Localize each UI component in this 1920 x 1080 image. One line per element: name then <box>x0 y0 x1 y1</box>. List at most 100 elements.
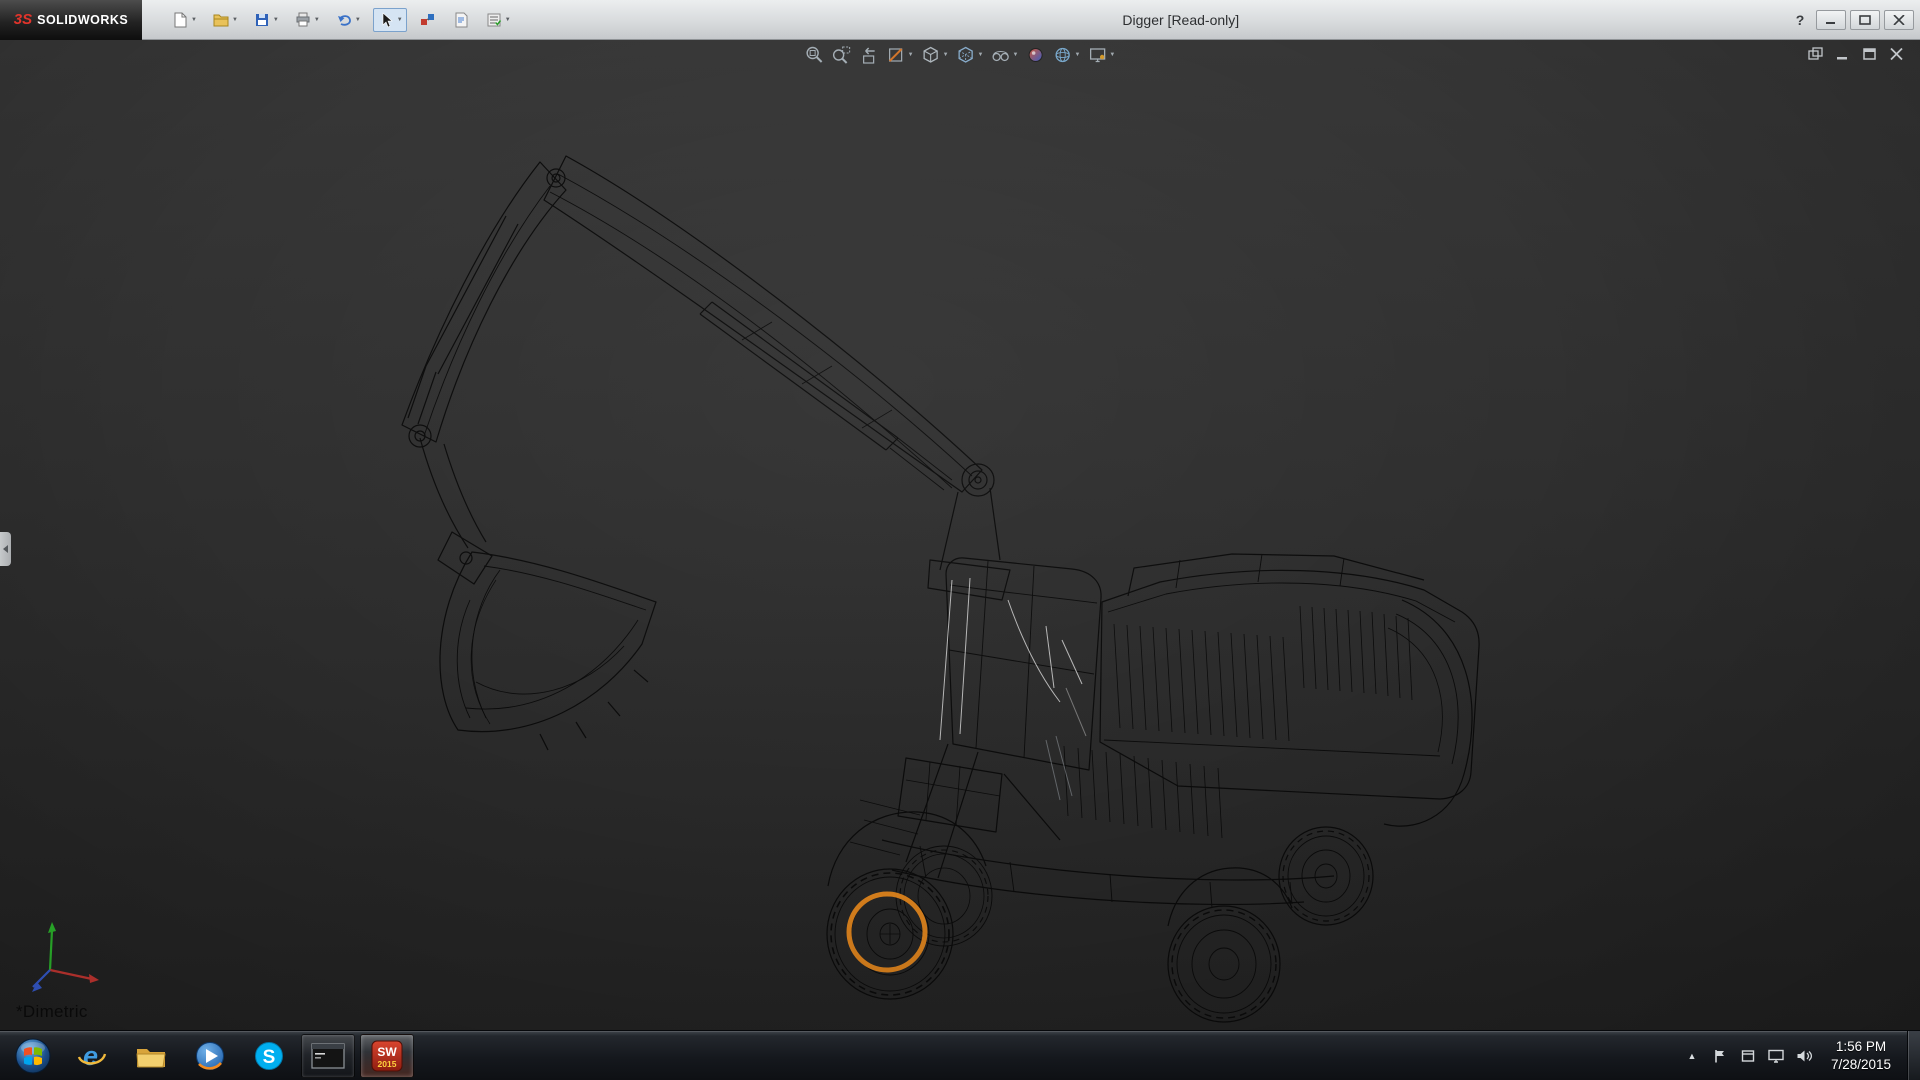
clock-date: 7/28/2015 <box>1831 1056 1891 1074</box>
tray-window-button[interactable] <box>1739 1047 1757 1065</box>
apply-scene-button[interactable]: ▼ <box>1052 45 1080 65</box>
show-desktop-button[interactable] <box>1907 1031 1920 1080</box>
view-settings-button[interactable]: ▼ <box>1087 45 1115 65</box>
media-player-icon <box>194 1040 226 1072</box>
display-icon <box>1767 1048 1785 1064</box>
svg-text:2015: 2015 <box>378 1059 397 1069</box>
close-button[interactable] <box>1884 10 1914 30</box>
solidworks-2015-icon: SW 2015 <box>370 1039 404 1073</box>
previous-view-icon <box>859 45 879 65</box>
dropdown-arrow-icon[interactable]: ▼ <box>943 52 949 58</box>
flag-icon <box>1712 1048 1728 1064</box>
taskbar-skype[interactable]: S <box>242 1034 296 1078</box>
display-style-button[interactable]: ▼ <box>956 45 984 65</box>
solidworks-logo: 3S SOLIDWORKS <box>0 0 142 40</box>
view-settings-icon <box>1087 45 1107 65</box>
excavator-wireframe-model[interactable] <box>0 40 1920 1030</box>
minimize-icon <box>1825 15 1837 25</box>
svg-text:S: S <box>263 1047 276 1068</box>
taskbar-internet-explorer[interactable]: e <box>65 1034 119 1078</box>
taskbar-items: e <box>6 1031 414 1080</box>
command-prompt-window-icon <box>311 1043 345 1069</box>
taskbar-clock[interactable]: 1:56 PM 7/28/2015 <box>1831 1038 1891 1073</box>
solidworks-window: 3S SOLIDWORKS ▼ ▼ <box>0 0 1920 1080</box>
new-document-button[interactable]: ▼ <box>168 9 200 31</box>
window-controls: ? <box>1788 0 1914 40</box>
select-cursor-icon <box>377 11 395 29</box>
taskbar-solidworks-2015[interactable]: SW 2015 <box>360 1034 414 1078</box>
save-icon <box>253 11 271 29</box>
highlighted-edges <box>940 578 1086 800</box>
minimize-button[interactable] <box>1816 10 1846 30</box>
dropdown-arrow-icon[interactable]: ▼ <box>1109 52 1115 58</box>
dropdown-arrow-icon[interactable]: ▼ <box>505 17 511 23</box>
show-hidden-icons-button[interactable]: ▲ <box>1683 1047 1701 1065</box>
tray-display-button[interactable] <box>1767 1047 1785 1065</box>
dropdown-arrow-icon[interactable]: ▼ <box>1074 52 1080 58</box>
options-button[interactable]: ▼ <box>482 9 514 31</box>
svg-text:e: e <box>83 1041 98 1071</box>
view-orientation-cube-icon <box>921 45 941 65</box>
start-button[interactable] <box>6 1032 60 1080</box>
windows-taskbar: e <box>0 1030 1920 1080</box>
panel-collapse-tab[interactable] <box>0 532 11 566</box>
zoom-to-fit-button[interactable] <box>805 45 825 65</box>
xpress-tools-button[interactable] <box>416 9 440 31</box>
action-center-button[interactable] <box>1711 1047 1729 1065</box>
section-view-button[interactable]: ▼ <box>886 45 914 65</box>
dropdown-arrow-icon[interactable]: ▼ <box>191 17 197 23</box>
appearance-sphere-icon <box>1025 45 1045 65</box>
view-orientation-label: *Dimetric <box>16 1002 88 1022</box>
volume-icon <box>1795 1048 1813 1064</box>
zoom-to-fit-icon <box>805 45 825 65</box>
undo-button[interactable]: ▼ <box>332 9 364 31</box>
print-button[interactable]: ▼ <box>291 9 323 31</box>
dropdown-arrow-icon[interactable]: ▼ <box>232 17 238 23</box>
doc-restore-icon <box>1862 47 1878 61</box>
dropdown-arrow-icon[interactable]: ▼ <box>397 17 403 23</box>
close-icon <box>1893 15 1905 25</box>
doc-minimize-button[interactable] <box>1834 46 1852 62</box>
options-icon <box>485 11 503 29</box>
standard-toolbar: ▼ ▼ ▼ <box>168 0 514 40</box>
clock-time: 1:56 PM <box>1831 1038 1891 1056</box>
dropdown-arrow-icon[interactable]: ▼ <box>1013 52 1019 58</box>
internet-explorer-icon: e <box>76 1040 108 1072</box>
hide-show-items-button[interactable]: ▼ <box>991 45 1019 65</box>
xpress-tools-icon <box>419 11 437 29</box>
graphics-viewport[interactable]: ▼ ▼ ▼ <box>0 40 1920 1030</box>
taskbar-windows-explorer[interactable] <box>124 1034 178 1078</box>
save-button[interactable]: ▼ <box>250 9 282 31</box>
open-button[interactable]: ▼ <box>209 9 241 31</box>
print-icon <box>294 11 312 29</box>
doc-tile-windows-button[interactable] <box>1807 46 1825 62</box>
dropdown-arrow-icon[interactable]: ▼ <box>273 17 279 23</box>
dropdown-arrow-icon[interactable]: ▼ <box>978 52 984 58</box>
help-button[interactable]: ? <box>1788 9 1812 31</box>
doc-restore-button[interactable] <box>1861 46 1879 62</box>
doc-close-button[interactable] <box>1888 46 1906 62</box>
dropdown-arrow-icon[interactable]: ▼ <box>355 17 361 23</box>
taskbar-command-prompt[interactable] <box>301 1034 355 1078</box>
dropdown-arrow-icon[interactable]: ▼ <box>314 17 320 23</box>
file-properties-button[interactable] <box>449 9 473 31</box>
maximize-button[interactable] <box>1850 10 1880 30</box>
dassault-logo-mark: 3S <box>14 11 32 28</box>
hide-show-eyeglasses-icon <box>991 45 1011 65</box>
select-tool-button[interactable]: ▼ <box>373 8 407 32</box>
previous-view-button[interactable] <box>859 45 879 65</box>
file-properties-icon <box>452 11 470 29</box>
section-view-icon <box>886 45 906 65</box>
triad-x-axis <box>50 970 92 979</box>
edit-appearance-button[interactable] <box>1025 45 1045 65</box>
doc-minimize-icon <box>1835 47 1851 61</box>
heads-up-view-toolbar: ▼ ▼ ▼ <box>805 45 1116 65</box>
zoom-to-area-button[interactable] <box>832 45 852 65</box>
taskbar-media-player[interactable] <box>183 1034 237 1078</box>
triad-y-axis <box>50 930 52 970</box>
view-orientation-button[interactable]: ▼ <box>921 45 949 65</box>
doc-close-icon <box>1889 47 1905 61</box>
display-style-icon <box>956 45 976 65</box>
dropdown-arrow-icon[interactable]: ▼ <box>908 52 914 58</box>
tray-volume-button[interactable] <box>1795 1047 1813 1065</box>
